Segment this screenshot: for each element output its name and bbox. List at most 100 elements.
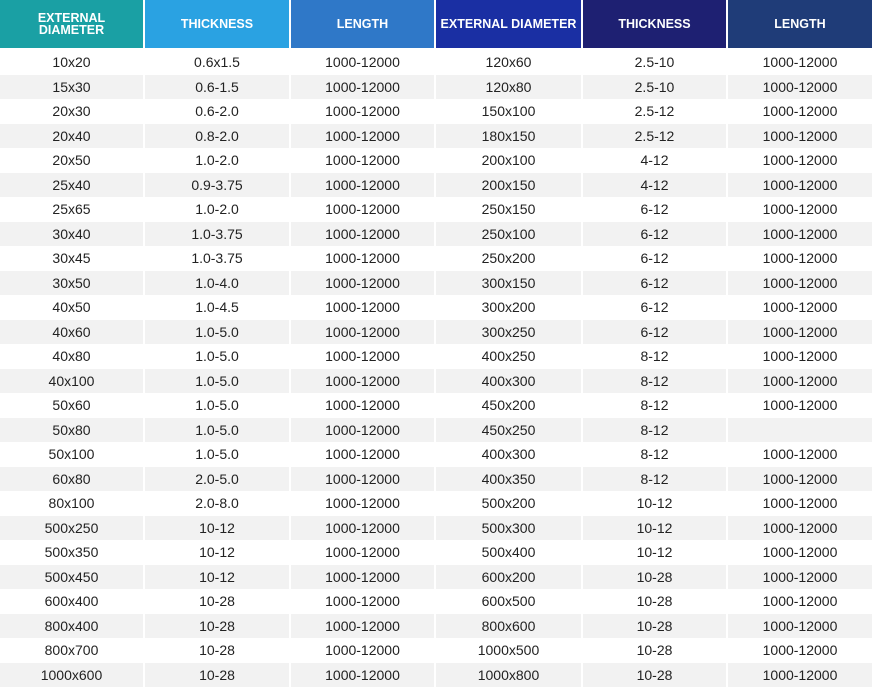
thickness-cell-2: 6-12	[583, 319, 728, 344]
thickness-cell-2: 10-28	[583, 564, 728, 589]
external-diameter-cell-2: 250x100	[436, 221, 583, 246]
length-cell: 1000-12000	[291, 148, 436, 173]
external-diameter-cell-2: 180x150	[436, 123, 583, 148]
length-cell-2: 1000-12000	[728, 50, 872, 75]
length-cell: 1000-12000	[291, 319, 436, 344]
thickness-cell-2: 8-12	[583, 417, 728, 442]
length-cell: 1000-12000	[291, 393, 436, 418]
length-cell: 1000-12000	[291, 344, 436, 369]
external-diameter-cell: 25x65	[0, 197, 145, 222]
thickness-cell: 10-12	[145, 540, 291, 565]
thickness-cell: 2.0-8.0	[145, 491, 291, 516]
length-cell: 1000-12000	[291, 638, 436, 663]
length-cell-2: 1000-12000	[728, 295, 872, 320]
external-diameter-cell-2: 400x300	[436, 368, 583, 393]
thickness-cell-2: 2.5-12	[583, 123, 728, 148]
thickness-cell: 1.0-5.0	[145, 368, 291, 393]
thickness-cell-2: 10-28	[583, 662, 728, 687]
thickness-cell: 10-12	[145, 564, 291, 589]
thickness-cell-2: 4-12	[583, 148, 728, 173]
external-diameter-cell-2: 250x150	[436, 197, 583, 222]
external-diameter-cell: 1000x600	[0, 662, 145, 687]
thickness-cell: 1.0-5.0	[145, 417, 291, 442]
external-diameter-cell: 600x400	[0, 589, 145, 614]
header-thickness-2: THICKNESS	[583, 0, 728, 50]
length-cell: 1000-12000	[291, 246, 436, 271]
header-external-diameter: EXTERNAL DIAMETER	[0, 0, 145, 50]
length-cell-2: 1000-12000	[728, 148, 872, 173]
length-cell: 1000-12000	[291, 123, 436, 148]
thickness-cell-2: 8-12	[583, 442, 728, 467]
external-diameter-cell: 20x50	[0, 148, 145, 173]
table-row: 15x30 0.6-1.5 1000-12000 120x80 2.5-10 1000-1…	[0, 74, 872, 99]
length-cell-2: 1000-12000	[728, 393, 872, 418]
external-diameter-cell: 20x40	[0, 123, 145, 148]
thickness-cell-2: 8-12	[583, 368, 728, 393]
thickness-cell: 1.0-2.0	[145, 148, 291, 173]
header-thickness: THICKNESS	[145, 0, 291, 50]
external-diameter-cell-2: 400x350	[436, 466, 583, 491]
length-cell-2: 1000-12000	[728, 564, 872, 589]
external-diameter-cell-2: 1000x800	[436, 662, 583, 687]
thickness-cell-2: 10-12	[583, 515, 728, 540]
length-cell: 1000-12000	[291, 589, 436, 614]
length-cell-2: 1000-12000	[728, 662, 872, 687]
table-row: 60x80 2.0-5.0 1000-12000 400x350 8-12 1000-12…	[0, 466, 872, 491]
external-diameter-cell: 800x700	[0, 638, 145, 663]
external-diameter-cell: 800x400	[0, 613, 145, 638]
length-cell: 1000-12000	[291, 221, 436, 246]
length-cell: 1000-12000	[291, 368, 436, 393]
length-cell-2: 1000-12000	[728, 515, 872, 540]
table-row: 40x60 1.0-5.0 1000-12000 300x250 6-12 1000-12…	[0, 319, 872, 344]
external-diameter-cell-2: 600x500	[436, 589, 583, 614]
header-external-diameter-2: EXTERNAL DIAMETER	[436, 0, 583, 50]
length-cell-2: 1000-12000	[728, 123, 872, 148]
table-row: 800x400 10-28 1000-12000 800x600 10-28 1000-1…	[0, 613, 872, 638]
header-row: EXTERNAL DIAMETER THICKNESS LENGTH EXTER…	[0, 0, 872, 50]
external-diameter-cell: 500x350	[0, 540, 145, 565]
length-cell: 1000-12000	[291, 442, 436, 467]
length-cell-2: 1000-12000	[728, 540, 872, 565]
thickness-cell-2: 6-12	[583, 221, 728, 246]
table-row: 20x50 1.0-2.0 1000-12000 200x100 4-12 1000-12…	[0, 148, 872, 173]
table-body: 10x20 0.6x1.5 1000-12000 120x60 2.5-10 1000-1…	[0, 50, 872, 687]
length-cell: 1000-12000	[291, 613, 436, 638]
external-diameter-cell-2: 1000x500	[436, 638, 583, 663]
external-diameter-cell-2: 500x300	[436, 515, 583, 540]
table-row: 500x250 10-12 1000-12000 500x300 10-12 1000-1…	[0, 515, 872, 540]
thickness-cell-2: 10-28	[583, 638, 728, 663]
external-diameter-cell: 40x80	[0, 344, 145, 369]
thickness-cell-2: 10-28	[583, 613, 728, 638]
external-diameter-cell: 25x40	[0, 172, 145, 197]
thickness-cell: 1.0-5.0	[145, 442, 291, 467]
length-cell-2: 1000-12000	[728, 466, 872, 491]
table-row: 10x20 0.6x1.5 1000-12000 120x60 2.5-10 1000-1…	[0, 50, 872, 75]
thickness-cell-2: 6-12	[583, 197, 728, 222]
length-cell: 1000-12000	[291, 540, 436, 565]
table-row: 40x100 1.0-5.0 1000-12000 400x300 8-12 1000-1…	[0, 368, 872, 393]
length-cell: 1000-12000	[291, 99, 436, 124]
external-diameter-cell-2: 500x400	[436, 540, 583, 565]
external-diameter-cell: 500x450	[0, 564, 145, 589]
length-cell: 1000-12000	[291, 417, 436, 442]
length-cell: 1000-12000	[291, 466, 436, 491]
external-diameter-cell-2: 300x200	[436, 295, 583, 320]
table-row: 20x30 0.6-2.0 1000-12000 150x100 2.5-12 1000-…	[0, 99, 872, 124]
external-diameter-cell: 40x100	[0, 368, 145, 393]
thickness-cell: 1.0-3.75	[145, 246, 291, 271]
external-diameter-cell-2: 500x200	[436, 491, 583, 516]
thickness-cell-2: 2.5-10	[583, 50, 728, 75]
thickness-cell: 10-28	[145, 662, 291, 687]
length-cell: 1000-12000	[291, 50, 436, 75]
table-row: 20x40 0.8-2.0 1000-12000 180x150 2.5-12 1000-…	[0, 123, 872, 148]
length-cell-2: 1000-12000	[728, 270, 872, 295]
external-diameter-cell: 10x20	[0, 50, 145, 75]
length-cell-2: 1000-12000	[728, 613, 872, 638]
table-row: 800x700 10-28 1000-12000 1000x500 10-28 1000-…	[0, 638, 872, 663]
table-row: 25x65 1.0-2.0 1000-12000 250x150 6-12 1000-12…	[0, 197, 872, 222]
length-cell: 1000-12000	[291, 491, 436, 516]
thickness-cell: 2.0-5.0	[145, 466, 291, 491]
external-diameter-cell: 50x100	[0, 442, 145, 467]
thickness-cell: 1.0-4.5	[145, 295, 291, 320]
length-cell-2: 1000-12000	[728, 246, 872, 271]
